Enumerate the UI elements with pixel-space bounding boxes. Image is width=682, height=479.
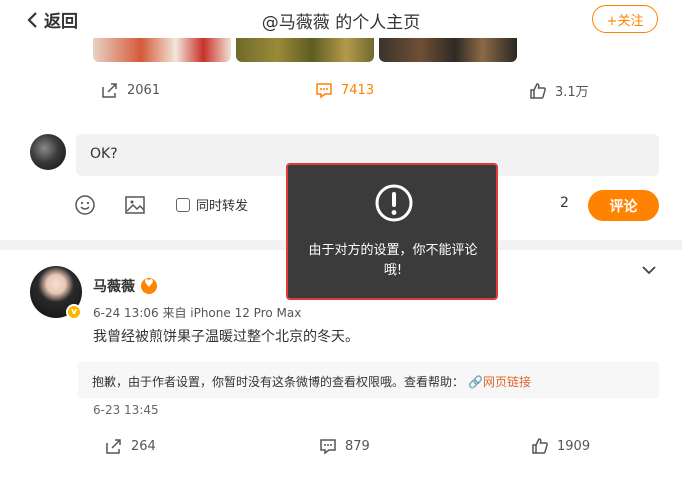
like-button[interactable]: 3.1万	[529, 81, 589, 100]
submit-comment-button[interactable]: 评论	[588, 190, 659, 221]
comment-icon	[316, 83, 332, 99]
post-text: 我曾经被煎饼果子温暖过整个北京的冬天。	[93, 329, 359, 345]
chevron-down-icon[interactable]	[641, 264, 657, 276]
notice-text: 抱歉，由于作者设置，你暂时没有这条微博的查看权限哦。查看帮助：	[92, 375, 465, 389]
post-image[interactable]	[379, 38, 517, 62]
repost-button[interactable]: 264	[105, 437, 156, 455]
post-image-strip	[93, 38, 517, 62]
comment-button[interactable]: 7413	[315, 81, 374, 99]
comment-icon	[320, 439, 336, 455]
thumbs-up-icon	[532, 438, 548, 454]
checkbox[interactable]	[176, 197, 190, 212]
page-title: @马薇薇 的个人主页	[261, 13, 421, 33]
username[interactable]: 马薇薇	[93, 276, 157, 296]
error-toast: 由于对方的设置，你不能评论哦!	[286, 163, 498, 300]
post-image[interactable]	[236, 38, 374, 62]
comment-button[interactable]: 879	[319, 437, 370, 455]
post-actions: 264 879 1909	[0, 437, 682, 461]
like-button[interactable]: 1909	[531, 437, 590, 455]
web-link-label: 网页链接	[482, 375, 531, 389]
web-link[interactable]: 🔗网页链接	[468, 373, 531, 390]
follow-button[interactable]: +关注	[592, 5, 658, 33]
like-count: 3.1万	[555, 85, 589, 100]
thumbs-up-icon	[530, 82, 546, 99]
link-icon: 🔗	[468, 375, 483, 389]
top-bar: 返回 @马薇薇 的个人主页 +关注	[0, 0, 682, 38]
toast-message: 由于对方的设置，你不能评论哦!	[308, 243, 478, 278]
permission-notice: 抱歉，由于作者设置，你暂时没有这条微博的查看权限哦。查看帮助： 🔗网页链接	[78, 362, 659, 398]
verified-badge-icon: v	[66, 304, 82, 320]
comment-count: 879	[345, 438, 370, 454]
post-date: 6-23 13:45	[93, 403, 159, 417]
share-icon	[106, 439, 121, 454]
repost-checkbox[interactable]: 同时转发	[176, 195, 248, 214]
post-actions: 2061 7413 3.1万	[0, 81, 682, 105]
emoji-icon[interactable]	[74, 194, 96, 216]
repost-button[interactable]: 2061	[101, 81, 160, 99]
username-text: 马薇薇	[93, 279, 135, 295]
repost-label: 同时转发	[196, 199, 249, 214]
image-icon[interactable]	[124, 194, 146, 216]
exclamation-icon	[375, 184, 413, 222]
post-image[interactable]	[93, 38, 231, 62]
share-icon	[102, 83, 117, 98]
char-count: 2	[560, 195, 569, 211]
comment-count: 7413	[341, 82, 375, 98]
repost-count: 264	[131, 438, 156, 454]
like-count: 1909	[557, 438, 591, 454]
post-meta: 6-24 13:06 来自 iPhone 12 Pro Max	[93, 306, 302, 320]
avatar[interactable]	[30, 134, 66, 170]
heart-badge-icon	[141, 277, 157, 294]
repost-count: 2061	[127, 82, 161, 98]
